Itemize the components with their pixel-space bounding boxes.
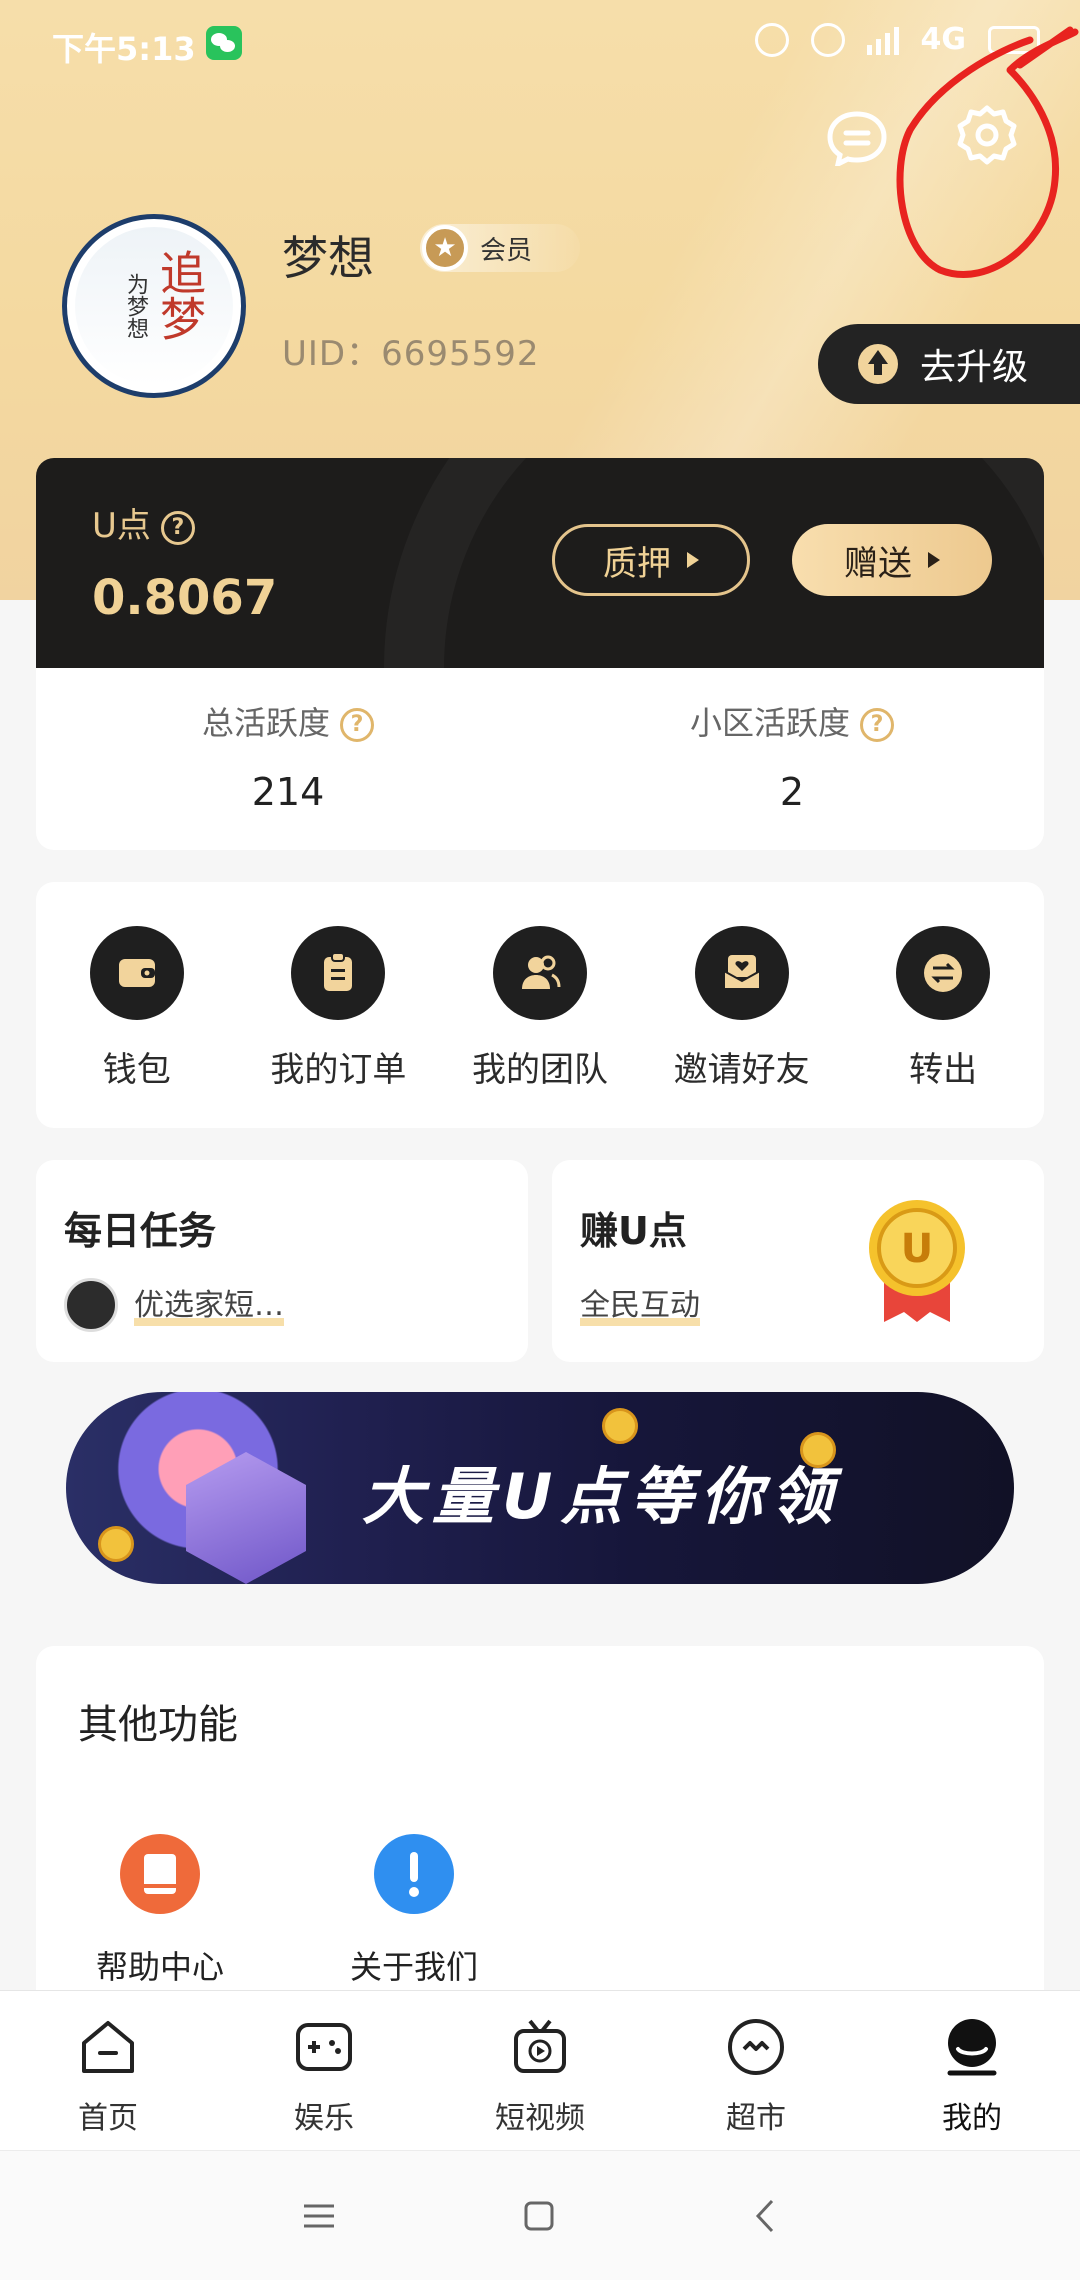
gift-label: 赠送 <box>844 543 912 584</box>
earn-points-card[interactable]: 赚U点 全民互动 U <box>552 1160 1044 1362</box>
menu-item-invite[interactable]: 邀请好友 <box>641 882 843 1128</box>
menu-label: 钱包 <box>102 1050 171 1090</box>
menu-label: 邀请好友 <box>673 1050 810 1090</box>
book-icon <box>120 1834 200 1914</box>
upgrade-button[interactable]: 去升级 <box>818 324 1080 404</box>
total-activity-label: 总活跃度 <box>201 704 330 742</box>
about-us-label: 关于我们 <box>349 1948 478 1986</box>
arrow-up-icon <box>858 344 898 384</box>
tv-icon <box>514 2019 566 2073</box>
menu-label: 我的订单 <box>270 1050 407 1090</box>
svg-text:U: U <box>901 1226 933 1272</box>
member-label: 会员 <box>480 235 533 266</box>
banner-text: 大量U点等你领 <box>362 1460 841 1533</box>
coin-icon <box>98 1526 134 1562</box>
help-icon[interactable]: ? <box>340 708 374 742</box>
area-activity-value: 2 <box>779 770 805 814</box>
task-avatar <box>64 1278 118 1332</box>
menu-item-team[interactable]: 我的团队 <box>439 882 641 1128</box>
info-icon <box>374 1834 454 1914</box>
order-icon <box>291 926 386 1020</box>
other-functions-title: 其他功能 <box>78 1702 238 1748</box>
pledge-label: 质押 <box>603 543 671 584</box>
market-icon <box>728 2019 784 2075</box>
profile-icon <box>947 2019 997 2076</box>
transfer-icon <box>896 926 991 1020</box>
help-icon[interactable]: ? <box>860 708 894 742</box>
total-activity: 总活跃度? 214 <box>36 698 540 814</box>
menu-label: 转出 <box>909 1050 978 1090</box>
nav-label: 首页 <box>78 2101 138 2136</box>
member-badge[interactable]: ★ 会员 <box>420 224 580 272</box>
back-icon[interactable] <box>742 2191 792 2241</box>
area-activity: 小区活跃度? 2 <box>540 698 1044 814</box>
menu-label: 我的团队 <box>471 1050 608 1090</box>
earn-points-subtitle: 全民互动 <box>580 1280 700 1326</box>
help-center-label: 帮助中心 <box>95 1948 224 1986</box>
wallet-icon <box>89 926 184 1020</box>
home-square-icon[interactable] <box>514 2191 564 2241</box>
home-icon <box>82 2021 134 2073</box>
nav-label: 超市 <box>726 2101 786 2136</box>
points-label-row: U点? <box>92 498 195 547</box>
help-center-item[interactable]: 帮助中心 <box>70 1834 250 1988</box>
red-circle-annotation <box>896 26 1079 278</box>
alarm-icon <box>810 22 845 57</box>
menu-item-wallet[interactable]: 钱包 <box>36 882 238 1128</box>
nav-label: 我的 <box>942 2101 1002 2136</box>
nav-entertainment[interactable]: 娱乐 <box>216 1991 432 2150</box>
triangle-right-icon <box>928 552 940 568</box>
user-id: UID：6695592 <box>282 334 540 374</box>
triangle-right-icon <box>687 552 699 568</box>
total-activity-value: 214 <box>251 770 325 814</box>
menu-item-orders[interactable]: 我的订单 <box>238 882 440 1128</box>
star-icon: ★ <box>422 225 468 271</box>
nav-market[interactable]: 超市 <box>648 1991 864 2150</box>
avatar-subtitle: 为梦想 <box>123 273 148 339</box>
about-us-item[interactable]: 关于我们 <box>324 1834 504 1988</box>
upgrade-label: 去升级 <box>920 347 1029 388</box>
bottom-navigation: 首页 娱乐 短视频 超市 我的 <box>0 1990 1080 2150</box>
gift-button[interactable]: 赠送 <box>792 524 992 596</box>
invite-icon <box>694 926 789 1020</box>
system-navigation-bar <box>0 2150 1080 2280</box>
daily-task-card[interactable]: 每日任务 优选家短… <box>36 1160 528 1362</box>
nav-home[interactable]: 首页 <box>0 1991 216 2150</box>
nav-short-video[interactable]: 短视频 <box>432 1991 648 2150</box>
nav-profile[interactable]: 我的 <box>864 1991 1080 2150</box>
wechat-notification-icon <box>206 26 242 60</box>
activity-card: 总活跃度? 214 小区活跃度? 2 <box>36 668 1044 850</box>
nav-label: 短视频 <box>495 2101 585 2136</box>
quick-menu: 钱包 我的订单 我的团队 邀请好友 转出 <box>36 882 1044 1128</box>
avatar-title: 追梦 <box>153 249 207 341</box>
team-icon <box>492 926 587 1020</box>
nav-label: 娱乐 <box>294 2101 354 2136</box>
medal-icon: U <box>869 1200 965 1322</box>
daily-task-subtitle: 优选家短… <box>134 1280 284 1326</box>
daily-task-title: 每日任务 <box>64 1209 217 1253</box>
points-card: U点? 0.8067 质押 赠送 <box>36 458 1044 668</box>
coin-icon <box>602 1408 638 1444</box>
pledge-button[interactable]: 质押 <box>552 524 750 596</box>
points-value: 0.8067 <box>92 570 278 626</box>
mute-icon <box>754 22 789 57</box>
menu-item-transfer[interactable]: 转出 <box>842 882 1044 1128</box>
avatar[interactable]: 追梦 为梦想 <box>62 214 246 398</box>
status-time: 下午5:13 <box>52 30 196 68</box>
other-functions-card: 其他功能 帮助中心 关于我们 <box>36 1646 1044 2006</box>
message-icon[interactable] <box>826 110 888 166</box>
area-activity-label: 小区活跃度 <box>689 704 850 742</box>
earn-points-title: 赚U点 <box>580 1209 687 1253</box>
help-icon[interactable]: ? <box>160 510 195 545</box>
points-label: U点 <box>92 506 151 546</box>
gamepad-icon <box>296 2023 352 2071</box>
menu-icon[interactable] <box>294 2191 344 2241</box>
username: 梦想 <box>282 231 374 285</box>
promo-banner[interactable]: 大量U点等你领 <box>66 1392 1014 1584</box>
